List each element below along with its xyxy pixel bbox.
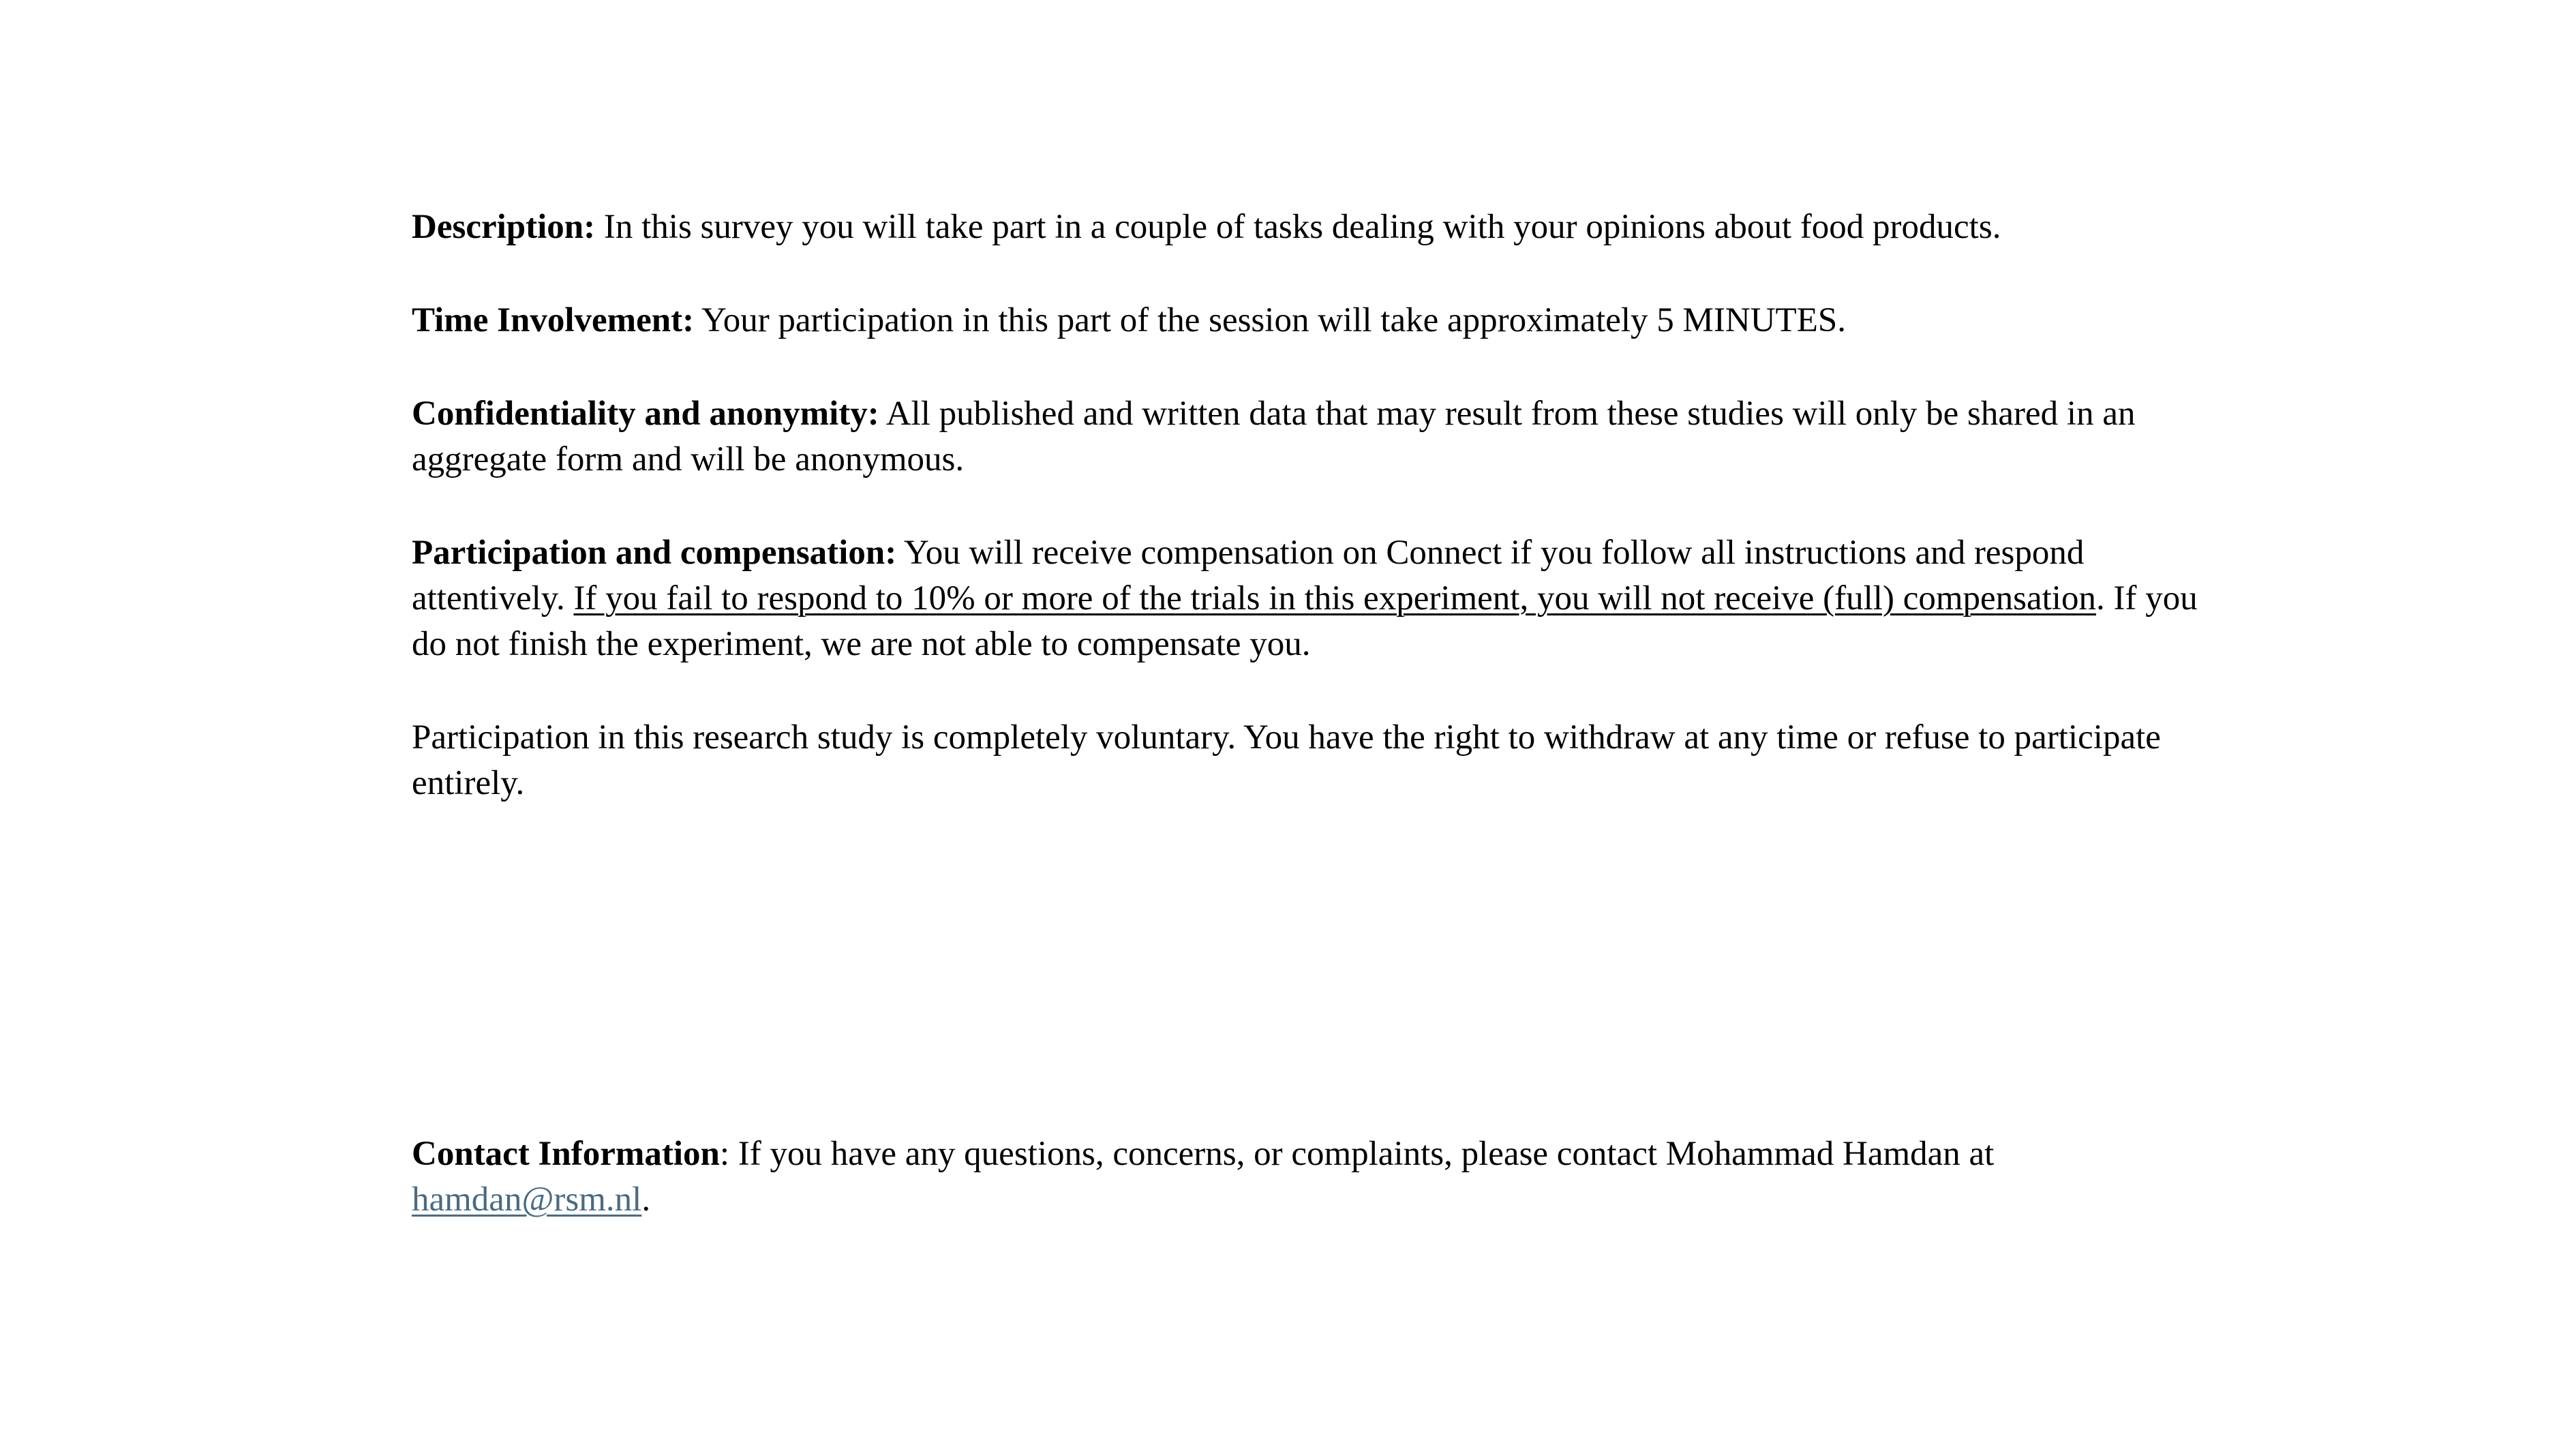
description-label: Description: xyxy=(412,208,596,246)
consent-document: Description: In this survey you will tak… xyxy=(412,204,2198,854)
time-involvement-paragraph: Time Involvement: Your participation in … xyxy=(412,298,2198,344)
description-text: In this survey you will take part in a c… xyxy=(595,208,2001,246)
participation-label: Participation and compensation: xyxy=(412,534,897,572)
voluntary-text: Participation in this research study is … xyxy=(412,718,2161,802)
participation-underlined-text: If you fail to respond to 10% or more of… xyxy=(573,579,2096,617)
contact-paragraph: Contact Information: If you have any que… xyxy=(412,1131,2198,1223)
description-paragraph: Description: In this survey you will tak… xyxy=(412,204,2198,250)
time-involvement-text: Your participation in this part of the s… xyxy=(694,301,1846,339)
contact-label: Contact Information xyxy=(412,1135,720,1173)
participation-paragraph: Participation and compensation: You will… xyxy=(412,530,2198,667)
contact-email-link[interactable]: hamdan@rsm.nl xyxy=(412,1180,641,1219)
voluntary-paragraph: Participation in this research study is … xyxy=(412,715,2198,806)
contact-text: : If you have any questions, concerns, o… xyxy=(719,1135,1995,1173)
time-involvement-label: Time Involvement: xyxy=(412,301,695,339)
contact-end: . xyxy=(641,1180,651,1219)
confidentiality-paragraph: Confidentiality and anonymity: All publi… xyxy=(412,391,2198,483)
confidentiality-label: Confidentiality and anonymity: xyxy=(412,395,879,433)
